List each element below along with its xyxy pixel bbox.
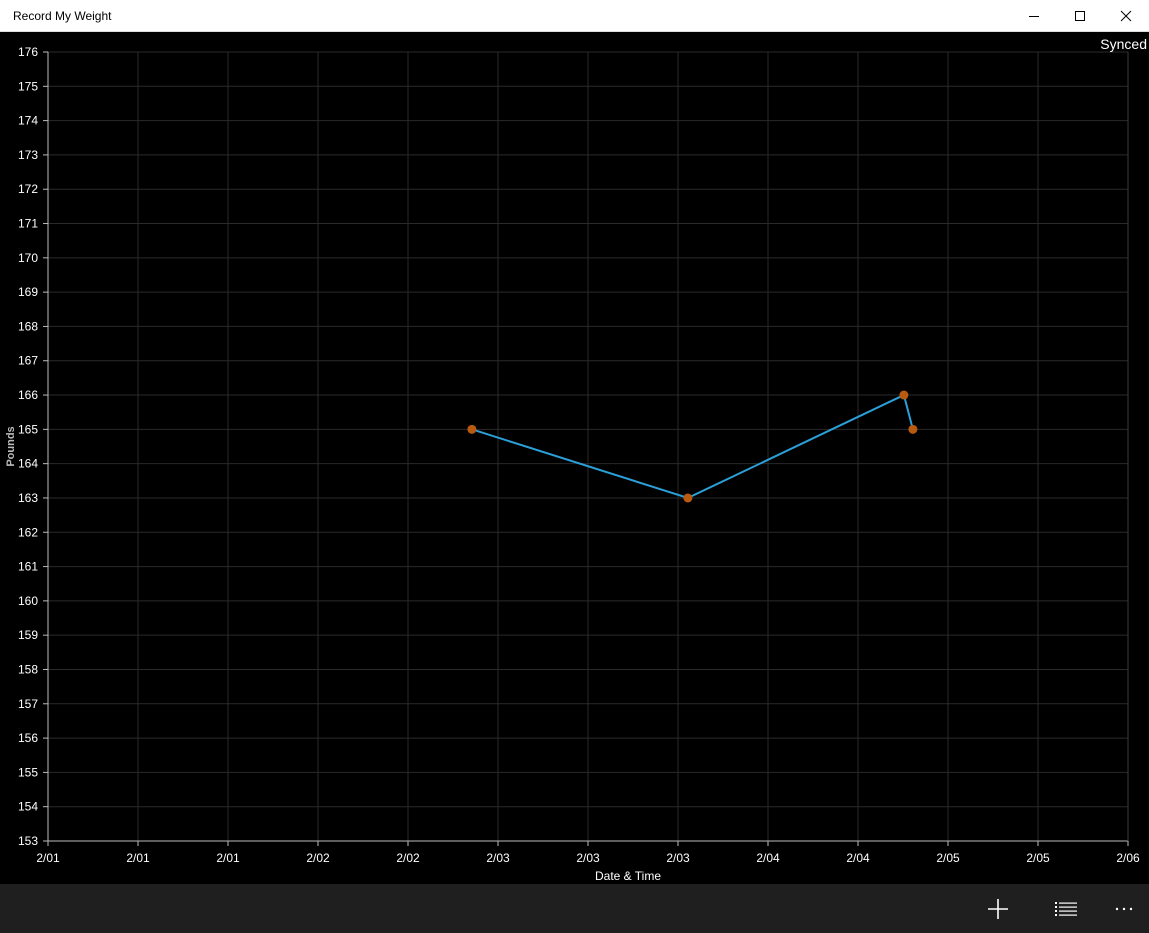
minimize-button[interactable] — [1011, 0, 1057, 32]
minimize-icon — [1029, 16, 1039, 17]
y-tick-label: 172 — [18, 182, 38, 196]
x-axis-label: Date & Time — [595, 869, 661, 883]
x-tick-label: 2/06 — [1116, 851, 1140, 865]
y-tick-label: 156 — [18, 731, 38, 745]
data-point — [467, 424, 477, 434]
x-tick-label: 2/02 — [306, 851, 330, 865]
y-tick-label: 171 — [18, 217, 38, 231]
more-icon — [1115, 907, 1133, 910]
command-bar — [0, 884, 1149, 933]
x-tick-label: 2/04 — [756, 851, 780, 865]
y-tick-label: 174 — [18, 114, 38, 128]
close-button[interactable] — [1103, 0, 1149, 32]
data-point — [908, 424, 918, 434]
maximize-icon — [1075, 11, 1085, 21]
y-tick-label: 176 — [18, 45, 38, 59]
x-tick-label: 2/03 — [486, 851, 510, 865]
title-bar: Record My Weight — [0, 0, 1149, 32]
data-point — [899, 390, 909, 400]
y-tick-label: 175 — [18, 79, 38, 93]
y-tick-label: 157 — [18, 697, 38, 711]
list-view-button[interactable] — [1042, 884, 1090, 933]
x-tick-label: 2/04 — [846, 851, 870, 865]
close-icon — [1120, 10, 1132, 22]
y-tick-label: 164 — [18, 457, 38, 471]
y-tick-label: 165 — [18, 422, 38, 436]
y-tick-label: 163 — [18, 491, 38, 505]
x-tick-label: 2/03 — [576, 851, 600, 865]
x-tick-label: 2/02 — [396, 851, 420, 865]
y-tick-label: 167 — [18, 354, 38, 368]
add-entry-button[interactable] — [974, 884, 1022, 933]
y-tick-label: 153 — [18, 834, 38, 848]
x-tick-label: 2/01 — [126, 851, 150, 865]
y-tick-label: 155 — [18, 765, 38, 779]
y-tick-label: 159 — [18, 628, 38, 642]
plus-icon — [988, 898, 1008, 919]
list-icon — [1055, 901, 1077, 916]
y-tick-label: 169 — [18, 285, 38, 299]
y-tick-label: 161 — [18, 560, 38, 574]
y-tick-label: 154 — [18, 800, 38, 814]
y-tick-label: 170 — [18, 251, 38, 265]
y-tick-label: 162 — [18, 525, 38, 539]
y-tick-label: 173 — [18, 148, 38, 162]
y-tick-label: 158 — [18, 662, 38, 676]
more-button[interactable] — [1100, 884, 1148, 933]
series-line — [471, 393, 914, 500]
y-tick-label: 160 — [18, 594, 38, 608]
data-point — [683, 493, 693, 503]
y-axis-label: Pounds — [5, 426, 17, 466]
weight-chart: 153 154 155 156 157 158 159 160 161 162 163 164 165 1… — [5, 45, 1140, 883]
x-tick-label: 2/01 — [216, 851, 240, 865]
y-tick-label: 168 — [18, 319, 38, 333]
sync-status: Synced — [1100, 36, 1147, 52]
maximize-button[interactable] — [1057, 0, 1103, 32]
x-tick-label: 2/03 — [666, 851, 690, 865]
window-title: Record My Weight — [13, 9, 112, 23]
y-tick-label: 166 — [18, 388, 38, 402]
x-tick-label: 2/05 — [1026, 851, 1050, 865]
x-tick-label: 2/01 — [36, 851, 60, 865]
x-tick-label: 2/05 — [936, 851, 960, 865]
